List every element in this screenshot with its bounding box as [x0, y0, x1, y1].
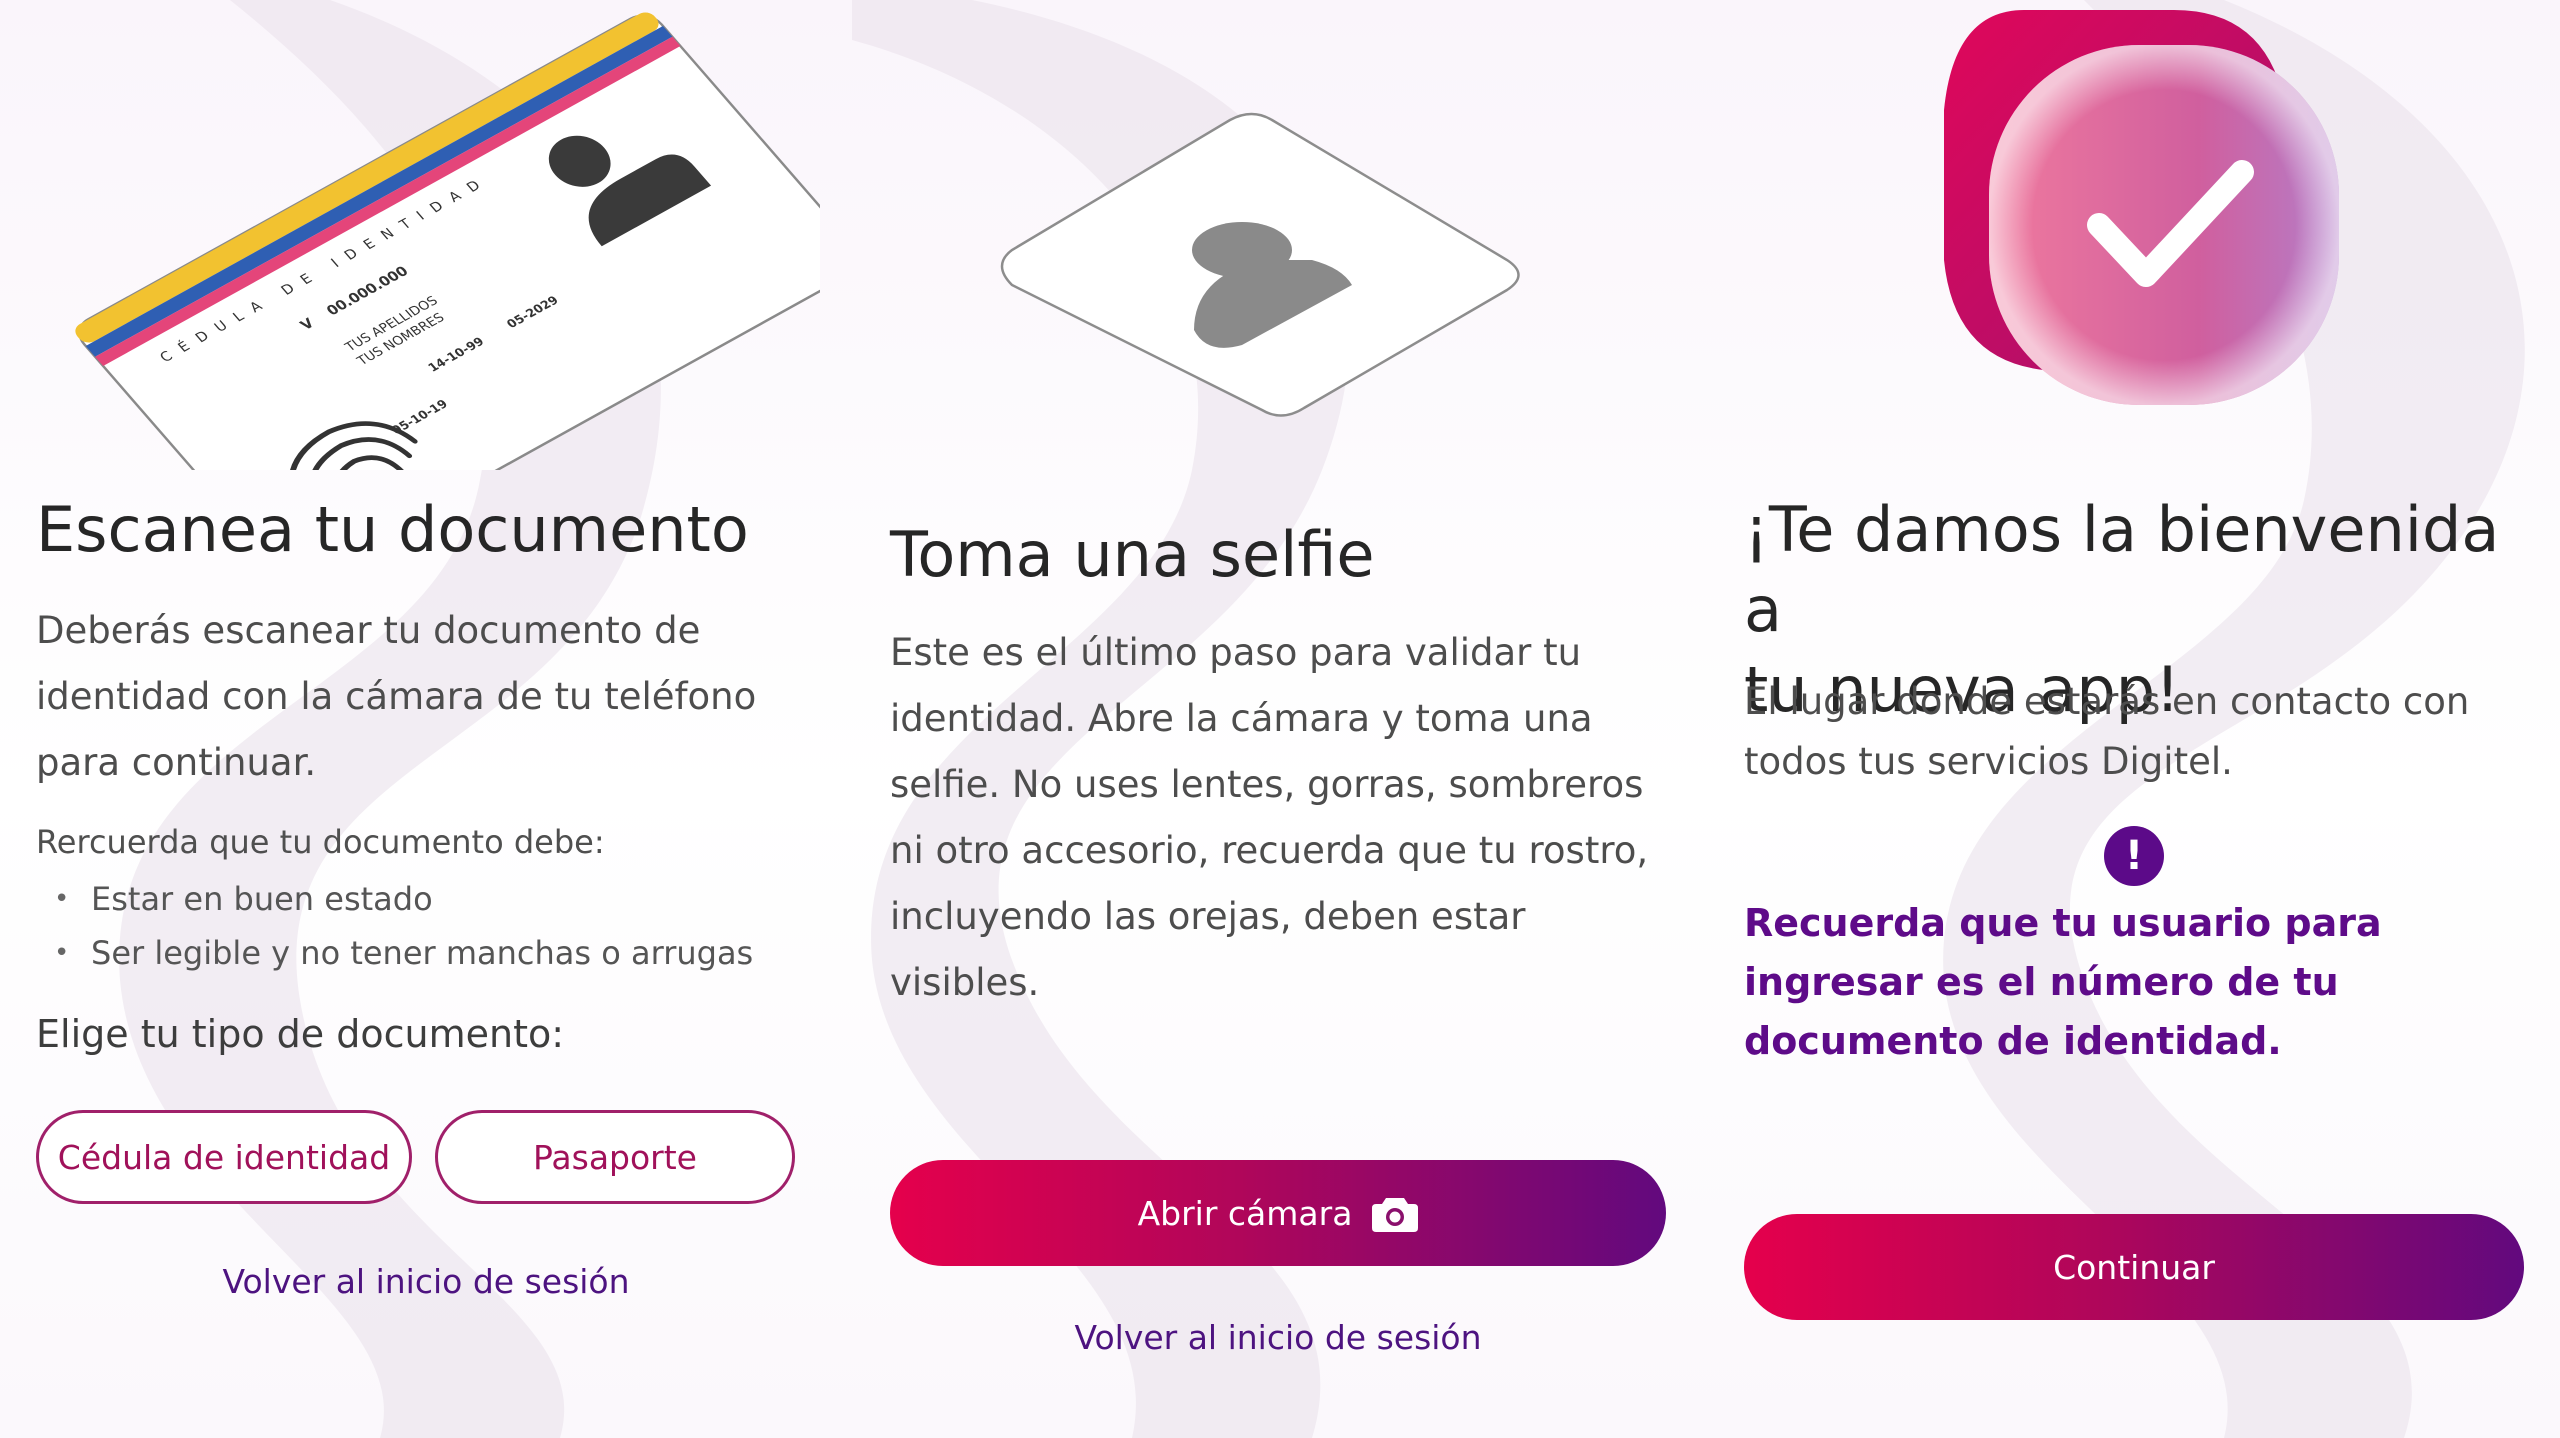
back-to-login-link[interactable]: Volver al inicio de sesión [0, 1262, 852, 1301]
continue-button[interactable]: Continuar [1744, 1214, 2524, 1320]
page-title: Toma una selfie [890, 518, 1375, 591]
list-item: Estar en buen estado [36, 872, 753, 926]
success-check-illustration [1944, 10, 2339, 405]
back-to-login-link[interactable]: Volver al inicio de sesión [852, 1318, 1704, 1357]
description: Este es el último paso para validar tu i… [890, 631, 1649, 1004]
selfie-illustration [1000, 112, 1520, 417]
id-card-button[interactable]: Cédula de identidad [36, 1110, 412, 1204]
page-title: Escanea tu documento [36, 493, 749, 566]
description: El lugar donde estarás en contacto con t… [1744, 680, 2470, 783]
open-camera-button[interactable]: Abrir cámara [890, 1160, 1666, 1266]
title-line-1: ¡Te damos la bienvenida a [1744, 493, 2500, 646]
exclamation-icon: ! [2104, 826, 2164, 886]
requirements-list: Estar en buen estado Ser legible y no te… [36, 872, 753, 980]
document-type-label: Elige tu tipo de documento: [36, 1012, 565, 1056]
open-camera-label: Abrir cámara [1137, 1193, 1353, 1233]
list-item: Ser legible y no tener manchas o arrugas [36, 926, 753, 980]
id-card-illustration: CÉDULA DE IDENTIDAD V 00.000.000 TUS APE… [75, 12, 820, 470]
document-scan-panel: CÉDULA DE IDENTIDAD V 00.000.000 TUS APE… [0, 0, 852, 1438]
description: Deberás escanear tu documento de identid… [36, 609, 757, 784]
requirements-intro: Rercuerda que tu documento debe: [36, 823, 605, 861]
camera-icon [1372, 1194, 1419, 1232]
passport-button[interactable]: Pasaporte [435, 1110, 795, 1204]
welcome-panel: ¡Te damos la bienvenida a tu nueva app! … [1704, 0, 2560, 1438]
username-notice: Recuerda que tu usuario para ingresar es… [1744, 901, 2382, 1063]
selfie-panel: Toma una selfie Este es el último paso p… [852, 0, 1704, 1438]
